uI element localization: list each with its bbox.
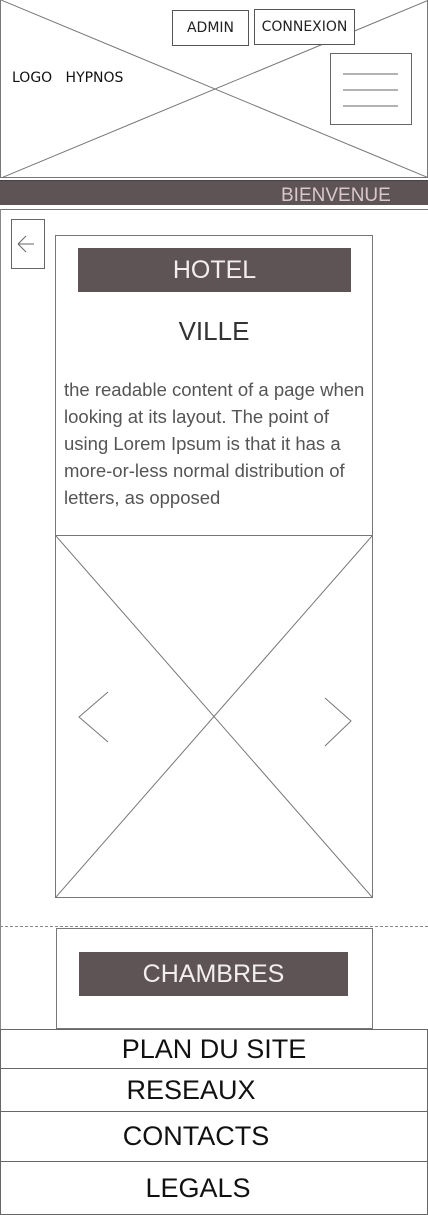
page-left-edge <box>0 209 1 1029</box>
footer-legals[interactable]: LEGALS <box>0 1161 428 1215</box>
divider <box>0 209 428 210</box>
chevron-left-icon[interactable] <box>76 690 112 746</box>
city-title: VILLE <box>178 316 250 346</box>
logo[interactable]: LOGO HYPNOS <box>12 70 123 86</box>
footer-contacts[interactable]: CONTACTS <box>0 1111 428 1162</box>
connexion-button[interactable]: CONNEXION <box>254 9 355 45</box>
welcome-text: BIENVENUE <box>281 185 391 206</box>
section-separator <box>0 926 428 927</box>
hamburger-icon <box>343 73 398 107</box>
rooms-button[interactable]: CHAMBRES <box>79 952 348 996</box>
menu-button[interactable] <box>330 53 412 125</box>
hotel-title-bar[interactable]: HOTEL <box>78 248 351 292</box>
back-button[interactable] <box>11 219 45 269</box>
admin-button[interactable]: ADMIN <box>172 10 249 46</box>
chevron-right-icon[interactable] <box>322 696 354 748</box>
arrow-left-icon <box>17 235 34 253</box>
footer-plan-du-site[interactable]: PLAN DU SITE <box>0 1029 428 1069</box>
footer-reseaux[interactable]: RESEAUX <box>0 1068 428 1112</box>
hotel-description: the readable content of a page when look… <box>64 379 365 508</box>
